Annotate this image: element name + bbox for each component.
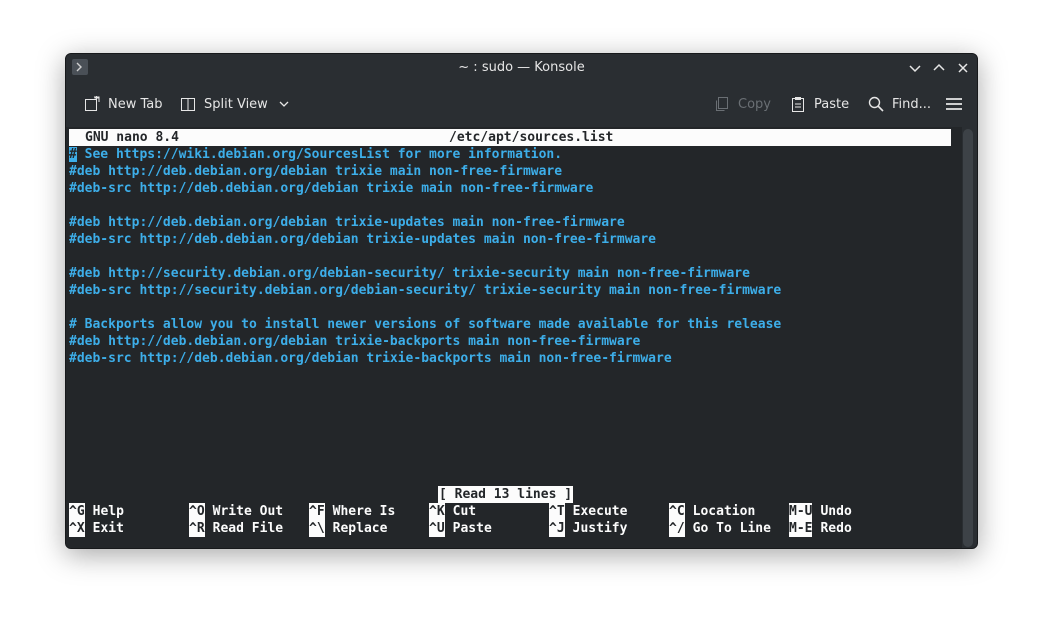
- maximize-button[interactable]: [930, 59, 948, 77]
- scrollbar[interactable]: [963, 129, 973, 547]
- shortcut-key: ^/: [669, 520, 685, 537]
- shortcut-label: Cut: [452, 504, 477, 519]
- nano-version: GNU nano 8.4: [85, 130, 179, 145]
- shortcut-key: ^X: [69, 520, 85, 537]
- split-view-label: Split View: [204, 96, 268, 112]
- find-button[interactable]: Find...: [868, 93, 931, 115]
- find-label: Find...: [892, 96, 932, 112]
- shortcut-key: ^K: [429, 503, 445, 520]
- konsole-window: ~ : sudo — Konsole New Tab Split View Co…: [65, 53, 978, 549]
- file-line: #deb http://security.debian.org/debian-s…: [69, 266, 750, 281]
- shortcut-key: ^G: [69, 503, 85, 520]
- shortcut-item: ^F Where Is: [309, 503, 395, 520]
- shortcut-label: Paste: [452, 521, 492, 536]
- file-line: #deb http://deb.debian.org/debian trixie…: [69, 334, 641, 349]
- shortcut-label: Location: [692, 504, 756, 519]
- file-line: #deb-src http://deb.debian.org/debian tr…: [69, 181, 594, 196]
- nano-title-bar: GNU nano 8.4 /etc/apt/sources.list: [69, 129, 951, 146]
- paste-button[interactable]: Paste: [790, 93, 849, 115]
- hamburger-menu-button[interactable]: [945, 93, 971, 115]
- shortcut-label: Write Out: [212, 504, 284, 519]
- terminal-area[interactable]: GNU nano 8.4 /etc/apt/sources.list # See…: [66, 127, 962, 548]
- shortcut-label: Redo: [820, 521, 852, 536]
- file-line: # See https://wiki.debian.org/SourcesLis…: [69, 146, 562, 163]
- shortcut-item: M-U Undo: [789, 503, 852, 520]
- text-cursor: #: [69, 147, 77, 162]
- close-button[interactable]: [954, 59, 972, 77]
- copy-label: Copy: [738, 96, 771, 112]
- shortcut-label: Replace: [332, 521, 388, 536]
- shortcut-key: ^R: [189, 520, 205, 537]
- shortcut-key: ^F: [309, 503, 325, 520]
- chevron-down-icon: [279, 101, 289, 107]
- shortcut-item: ^C Location: [669, 503, 755, 520]
- shortcut-key: ^T: [549, 503, 565, 520]
- line-text: See https://wiki.debian.org/SourcesList …: [76, 147, 563, 162]
- shortcut-item: ^U Paste: [429, 520, 492, 537]
- toolbar: New Tab Split View Copy Paste Find...: [66, 82, 977, 126]
- shortcut-item: ^J Justify: [549, 520, 627, 537]
- new-tab-icon: [85, 96, 100, 111]
- file-line: #deb-src http://security.debian.org/debi…: [69, 283, 782, 298]
- shortcut-label: Read File: [212, 521, 284, 536]
- status-message: [ Read 13 lines ]: [438, 486, 574, 503]
- shortcut-label: Help: [92, 504, 124, 519]
- copy-icon: [716, 97, 728, 111]
- split-view-icon: [181, 98, 195, 111]
- window-title: ~ : sudo — Konsole: [458, 60, 585, 75]
- shortcut-item: ^X Exit: [69, 520, 124, 537]
- new-tab-button[interactable]: New Tab: [84, 93, 163, 115]
- minimize-button[interactable]: [906, 59, 924, 77]
- paste-icon: [792, 97, 804, 112]
- shortcut-item: ^K Cut: [429, 503, 476, 520]
- paste-label: Paste: [814, 96, 850, 112]
- search-icon: [868, 96, 884, 112]
- shortcut-item: ^\ Replace: [309, 520, 387, 537]
- file-line: #deb-src http://deb.debian.org/debian tr…: [69, 351, 672, 366]
- file-line: #deb http://deb.debian.org/debian trixie…: [69, 215, 625, 230]
- shortcut-key: M-E: [789, 520, 813, 537]
- copy-button[interactable]: Copy: [714, 93, 771, 115]
- shortcut-key: ^U: [429, 520, 445, 537]
- shortcut-item: ^R Read File: [189, 520, 283, 537]
- shortcut-label: Go To Line: [692, 521, 771, 536]
- shortcut-item: ^/ Go To Line: [669, 520, 771, 537]
- shortcut-item: M-E Redo: [789, 520, 852, 537]
- shortcut-label: Undo: [820, 504, 852, 519]
- shortcut-key: ^O: [189, 503, 205, 520]
- new-tab-label: New Tab: [108, 96, 163, 112]
- file-line: #deb-src http://deb.debian.org/debian tr…: [69, 232, 656, 247]
- shortcut-label: Where Is: [332, 504, 396, 519]
- shortcut-label: Exit: [92, 521, 124, 536]
- shortcut-item: ^O Write Out: [189, 503, 283, 520]
- shortcut-label: Execute: [572, 504, 628, 519]
- shortcut-key: ^\: [309, 520, 325, 537]
- file-line: #deb http://deb.debian.org/debian trixie…: [69, 164, 563, 179]
- shortcut-item: ^T Execute: [549, 503, 627, 520]
- split-view-button[interactable]: Split View: [180, 93, 290, 115]
- shortcut-key: ^J: [549, 520, 565, 537]
- shortcut-item: ^G Help: [69, 503, 124, 520]
- title-bar: ~ : sudo — Konsole: [66, 54, 977, 82]
- shortcut-key: M-U: [789, 503, 813, 520]
- shortcut-label: Justify: [572, 521, 628, 536]
- shortcut-key: ^C: [669, 503, 685, 520]
- file-line: # Backports allow you to install newer v…: [69, 317, 782, 332]
- hamburger-menu-icon: [946, 98, 962, 110]
- file-name: /etc/apt/sources.list: [449, 130, 614, 145]
